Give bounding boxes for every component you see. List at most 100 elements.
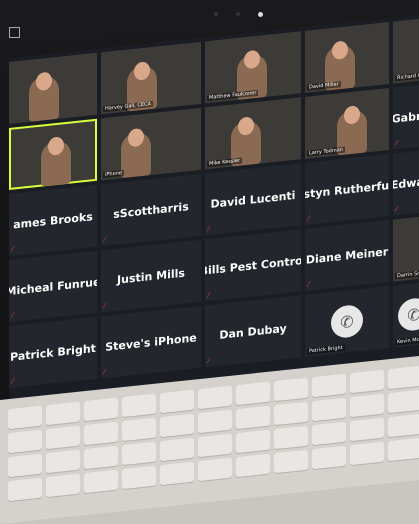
participant-tile[interactable]	[9, 118, 97, 190]
participant-video	[121, 127, 151, 179]
phone-icon: ✆	[331, 303, 363, 340]
keyboard-key	[8, 429, 42, 454]
keyboard-key	[312, 421, 346, 446]
keyboard-key	[274, 425, 308, 450]
keyboard-key	[350, 369, 384, 394]
keyboard-key	[160, 461, 194, 486]
participant-tile[interactable]: Matthew Faulconer	[205, 31, 301, 104]
participant-tile[interactable]: Justyn Rutherfurd ⁄	[305, 154, 389, 225]
muted-mic-icon: ⁄	[208, 290, 210, 300]
participant-tile[interactable]	[9, 52, 97, 125]
view-toggle-icon[interactable]	[9, 27, 20, 38]
keyboard-key	[236, 405, 270, 430]
muted-mic-icon: ⁄	[12, 245, 14, 254]
muted-mic-icon: ⁄	[12, 311, 14, 320]
participant-tile[interactable]: Richard Gallagher	[393, 17, 419, 84]
participant-caption: Patrick Bright	[307, 344, 345, 355]
photo-scene: Harvey Gall, CECA Matthew Faulconer David …	[0, 0, 419, 524]
participant-face	[244, 49, 260, 70]
keyboard-key	[122, 465, 156, 490]
participant-tile[interactable]: ✆ Patrick Bright	[305, 286, 389, 357]
participant-tile[interactable]: David Miller	[305, 22, 389, 93]
muted-mic-icon: ⁄	[12, 377, 14, 386]
keyboard-key	[312, 397, 346, 422]
webcam	[214, 12, 263, 17]
participant-tile[interactable]: Darrin Smith	[393, 215, 419, 282]
participant-face	[134, 61, 150, 81]
muted-mic-icon: ⁄	[396, 205, 398, 214]
participant-tile[interactable]: Patrick Bright ⁄	[9, 316, 97, 388]
keyboard-key	[160, 389, 194, 414]
participant-tile[interactable]: Gabriel ⁄	[393, 83, 419, 150]
keyboard-key	[312, 373, 346, 398]
participant-name: Bills Pest Control	[205, 253, 301, 278]
keyboard-key	[84, 445, 118, 470]
participant-face	[48, 136, 64, 156]
keyboard-key	[160, 437, 194, 462]
participant-name: Diane Meiner	[305, 244, 389, 267]
camera-light-icon	[258, 12, 263, 17]
keyboard-key	[160, 413, 194, 438]
participant-caption: Matthew Faulconer	[207, 89, 259, 102]
participant-name: Justin Mills	[117, 266, 185, 287]
participant-caption: Kevin McFarland	[395, 334, 419, 346]
participant-name: David Lucenti	[210, 188, 296, 211]
participant-tile[interactable]: Edward ⁄	[393, 149, 419, 216]
keyboard-key	[388, 389, 419, 414]
keyboard-key	[274, 377, 308, 402]
keyboard-key	[46, 449, 80, 474]
participant-name: Justyn Rutherfurd	[305, 177, 389, 202]
participant-video	[29, 71, 59, 122]
participant-caption: iPhone	[103, 169, 124, 179]
participant-tile[interactable]: Larry Todman	[305, 88, 389, 159]
muted-mic-icon: ⁄	[308, 214, 310, 223]
participant-tile[interactable]: David Lucenti ⁄	[205, 163, 301, 236]
sensor-dot	[236, 12, 240, 16]
keyboard-key	[122, 393, 156, 418]
participant-name: sScottharris	[113, 199, 189, 221]
participant-tile[interactable]: ✆ Kevin McFarland	[393, 281, 419, 348]
participant-name: Micheal Funrue	[9, 274, 97, 298]
participant-tile[interactable]: Micheal Funrue ⁄	[9, 250, 97, 322]
muted-mic-icon: ⁄	[104, 301, 106, 311]
participant-face	[344, 105, 360, 125]
keyboard-key	[388, 413, 419, 438]
muted-mic-icon: ⁄	[308, 280, 310, 289]
keyboard-key	[312, 445, 346, 470]
participant-tile[interactable]: sScottharris ⁄	[101, 173, 201, 247]
participant-grid: Harvey Gall, CECA Matthew Faulconer David …	[9, 15, 419, 388]
phone-icon: ✆	[398, 296, 419, 333]
keyboard-key	[84, 397, 118, 422]
keyboard-key	[122, 441, 156, 466]
participant-face	[128, 127, 144, 148]
keyboard-key	[84, 469, 118, 494]
participant-tile[interactable]: Diane Meiner ⁄	[305, 220, 389, 291]
keyboard-key	[8, 453, 42, 478]
participant-name: Patrick Bright	[10, 341, 96, 364]
keyboard-key	[198, 385, 232, 410]
participant-caption: Darrin Smith	[395, 269, 419, 280]
participant-tile[interactable]: ames Brooks ⁄	[9, 184, 97, 256]
muted-mic-icon: ⁄	[208, 224, 210, 234]
participant-face	[332, 40, 348, 61]
participant-tile[interactable]: Steve's iPhone ⁄	[101, 305, 201, 379]
participant-tile[interactable]: iPhone	[101, 107, 201, 181]
participant-name: Dan Dubay	[219, 321, 287, 342]
sensor-dot	[214, 12, 218, 16]
muted-mic-icon: ⁄	[208, 356, 210, 366]
participant-tile[interactable]: Dan Dubay ⁄	[205, 295, 301, 368]
keyboard-key	[46, 401, 80, 426]
keyboard-key	[122, 417, 156, 442]
participant-tile[interactable]: Mike Kessler	[205, 97, 301, 170]
keyboard-key	[198, 457, 232, 482]
keyboard-key	[274, 449, 308, 474]
participant-tile[interactable]: Bills Pest Control ⁄	[205, 229, 301, 302]
muted-mic-icon: ⁄	[104, 367, 106, 377]
keyboard-key	[8, 405, 42, 430]
muted-mic-icon: ⁄	[396, 139, 398, 148]
participant-tile[interactable]: Justin Mills ⁄	[101, 239, 201, 313]
keyboard-key	[274, 401, 308, 426]
participant-tile[interactable]: Harvey Gall, CECA	[101, 41, 201, 115]
keyboard-key	[388, 437, 419, 462]
participant-name: Edward	[393, 173, 419, 192]
